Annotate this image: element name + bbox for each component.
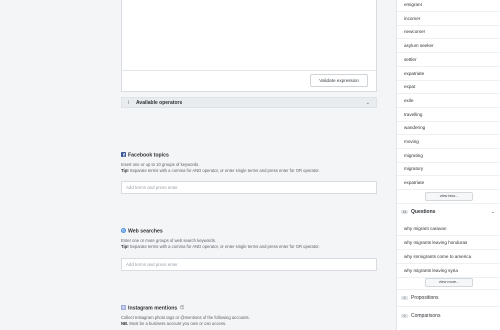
web-searches-label: Web searches — [128, 228, 163, 235]
available-operators-toggle[interactable]: i Available operators ⌄ — [121, 97, 377, 108]
divider — [397, 175, 500, 177]
divider — [397, 235, 500, 236]
available-operators-label: Available operators — [136, 100, 183, 106]
term-item[interactable]: wandering — [404, 125, 425, 131]
divider — [397, 306, 500, 307]
instagram-mentions-title: Instagram mentions — [121, 305, 185, 313]
instagram-mentions-description: Collect Instagram photo tags or @mention… — [121, 315, 381, 326]
divider — [397, 263, 500, 264]
divider — [397, 93, 500, 95]
info-icon: i — [128, 100, 130, 106]
question-item[interactable]: why migrants leaving syria — [404, 268, 458, 274]
chevron-down-icon: ⌄ — [365, 100, 370, 106]
divider — [397, 161, 500, 163]
web-searches-title: Web searches — [121, 228, 163, 236]
questions-label: Questions — [411, 209, 436, 215]
comparisons-count-badge: 0 — [401, 314, 408, 318]
term-item[interactable]: newcomer — [404, 29, 425, 35]
propositions-count-badge: 0 — [401, 296, 408, 300]
propositions-header[interactable]: 0 Propositions — [397, 292, 500, 304]
term-item[interactable]: settler — [404, 57, 417, 63]
divider — [397, 148, 500, 149]
term-item[interactable]: emigrant — [404, 2, 422, 8]
divider — [397, 189, 500, 191]
divider — [397, 134, 500, 136]
term-item[interactable]: incomer — [404, 16, 420, 22]
term-item[interactable]: travelling — [404, 112, 422, 118]
divider — [397, 38, 500, 40]
propositions-label: Propositions — [411, 295, 439, 301]
divider — [397, 120, 500, 122]
term-item[interactable]: moving — [404, 139, 419, 145]
comparisons-header[interactable]: 0 Comparisons — [397, 310, 500, 322]
divider — [397, 203, 500, 204]
facebook-topics-label: Facebook topics — [128, 152, 169, 159]
facebook-topics-title: Facebook topics — [121, 152, 169, 160]
view-more-button[interactable]: view more... — [425, 278, 473, 287]
divider — [397, 289, 500, 290]
term-item[interactable]: expatriate — [404, 180, 424, 186]
question-item[interactable]: why migrant caravan — [404, 226, 446, 232]
instagram-mentions-label: Instagram mentions — [128, 305, 178, 312]
divider — [397, 24, 500, 26]
facebook-topics-input[interactable] — [121, 181, 377, 194]
term-item[interactable]: expatriate — [404, 71, 424, 77]
divider — [397, 52, 500, 54]
tip-text: Separate terms with a comma for AND oper… — [128, 167, 320, 173]
instagram-mentions-note: NB. Must be a business account you own o… — [121, 321, 381, 327]
comparisons-label: Comparisons — [411, 313, 441, 319]
web-searches-input[interactable] — [121, 258, 377, 271]
tip-label: Tip! — [121, 167, 129, 173]
keyword-suggestions-sidebar: emigrant incomer newcomer asylum seeker sett… — [396, 0, 500, 330]
question-item[interactable]: why immigrants come to america — [404, 254, 471, 260]
facebook-topics-description: Insert one or up to 10 groups of keyword… — [121, 162, 381, 173]
nb-text: Must be a business account you own or ca… — [128, 320, 227, 326]
web-searches-description: Enter one or more groups of web search k… — [121, 238, 381, 249]
term-item[interactable]: expat — [404, 84, 415, 90]
facebook-icon — [121, 152, 126, 157]
questions-header[interactable]: 14 Questions ⌄ — [397, 206, 500, 218]
term-item[interactable]: exile — [404, 98, 413, 104]
view-less-button[interactable]: view less... — [425, 192, 473, 201]
web-search-icon — [121, 228, 126, 233]
divider — [397, 65, 500, 67]
term-item[interactable]: migratory — [404, 166, 423, 172]
tip-text: Separate terms with a comma for AND oper… — [128, 243, 320, 249]
questions-count-badge: 14 — [401, 210, 408, 214]
question-item[interactable]: why migrants leaving honduras — [404, 240, 467, 246]
main-panel: Validate expression i Available operator… — [0, 0, 392, 330]
validate-expression-button[interactable]: Validate expression — [310, 74, 368, 87]
web-searches-tip: Tip! Separate terms with a comma for AND… — [121, 244, 381, 250]
divider — [397, 79, 500, 81]
term-item[interactable]: migrating — [404, 153, 423, 159]
divider — [397, 249, 500, 250]
instagram-icon — [121, 305, 126, 310]
chevron-down-icon: ⌄ — [490, 209, 495, 215]
tip-label: Tip! — [121, 243, 129, 249]
divider — [397, 11, 500, 12]
help-icon[interactable] — [179, 305, 185, 310]
term-item[interactable]: asylum seeker — [404, 43, 434, 49]
facebook-topics-tip: Tip! Separate terms with a comma for AND… — [121, 168, 381, 174]
expression-editor: Validate expression — [121, 0, 377, 92]
divider — [397, 106, 500, 108]
expression-textarea[interactable] — [122, 0, 376, 71]
